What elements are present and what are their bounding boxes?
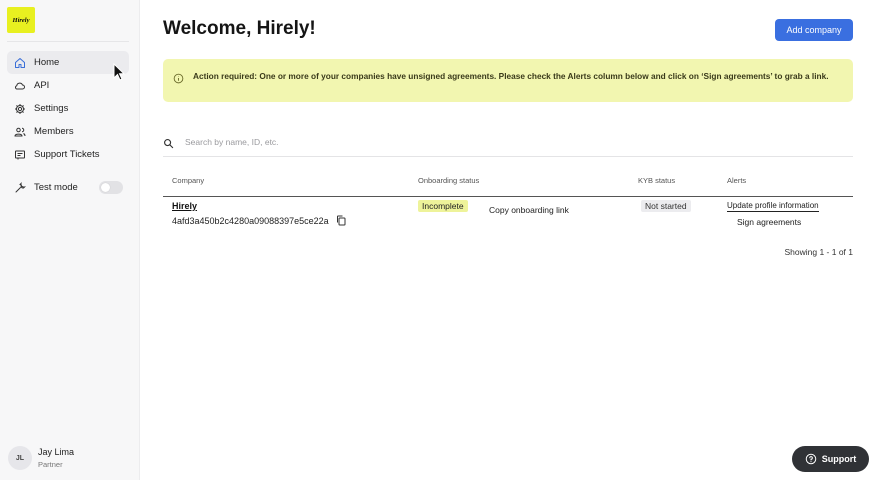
sidebar-item-label: API — [34, 80, 50, 91]
test-mode-label: Test mode — [34, 182, 78, 193]
wrench-icon — [14, 181, 26, 194]
user-profile[interactable]: JL Jay Lima Partner — [8, 446, 74, 470]
alert-text: Action required: One or more of your com… — [193, 71, 829, 81]
search-icon — [163, 136, 174, 149]
company-id-text: 4afd3a450b2c4280a09088397e5ce22a — [172, 215, 329, 226]
info-icon — [173, 71, 184, 84]
column-header-kyb-status: KYB status — [638, 176, 676, 185]
help-icon — [805, 453, 817, 465]
copy-onboarding-link-button[interactable]: Copy onboarding link — [489, 205, 569, 215]
user-info: Jay Lima Partner — [38, 447, 74, 469]
gear-icon — [14, 103, 26, 115]
sidebar-item-home[interactable]: Home — [7, 51, 129, 74]
companies-table: Company Onboarding status KYB status Ale… — [163, 170, 853, 227]
add-company-button[interactable]: Add company — [775, 19, 853, 41]
search-bar — [163, 133, 853, 157]
test-mode-toggle[interactable] — [99, 181, 123, 194]
sidebar-item-label: Members — [34, 126, 74, 137]
company-name-link[interactable]: Hirely — [172, 201, 197, 211]
column-header-alerts: Alerts — [727, 176, 747, 185]
members-icon — [14, 126, 26, 138]
column-header-company: Company — [172, 176, 205, 185]
kyb-status-badge: Not started — [641, 200, 691, 212]
sidebar-item-members[interactable]: Members — [7, 120, 129, 143]
test-mode-row: Test mode — [7, 176, 129, 199]
mouse-cursor-icon — [113, 63, 125, 81]
table-header: Company Onboarding status KYB status Ale… — [163, 170, 853, 197]
sidebar-item-settings[interactable]: Settings — [7, 97, 129, 120]
sign-agreements-link[interactable]: Sign agreements — [737, 217, 801, 227]
support-label: Support — [821, 454, 857, 464]
avatar: JL — [8, 446, 32, 470]
app-root: Hirely Home API Settings Members Support… — [0, 0, 880, 480]
cloud-icon — [14, 80, 26, 92]
sidebar-item-api[interactable]: API — [7, 74, 129, 97]
company-id: 4afd3a450b2c4280a09088397e5ce22a — [172, 215, 346, 226]
brand-logo[interactable]: Hirely — [7, 7, 35, 33]
user-name: Jay Lima — [38, 447, 75, 457]
action-required-alert: Action required: One or more of your com… — [163, 59, 853, 102]
page-title: Welcome, Hirely! — [163, 18, 316, 39]
support-button[interactable]: Support — [792, 446, 869, 472]
ticket-icon — [14, 149, 26, 161]
sidebar-item-label: Support Tickets — [34, 149, 100, 160]
column-header-onboarding-status: Onboarding status — [418, 176, 480, 185]
test-mode-item[interactable]: Test mode — [7, 176, 129, 199]
brand-logo-text: Hirely — [12, 16, 30, 24]
update-profile-link[interactable]: Update profile information — [727, 201, 819, 212]
sidebar-nav: Home API Settings Members Support Ticket… — [7, 51, 129, 166]
user-role: Partner — [38, 460, 63, 469]
home-icon — [14, 57, 26, 69]
onboarding-status-badge: Incomplete — [418, 200, 468, 212]
sidebar-item-label: Settings — [34, 103, 69, 114]
pagination-summary: Showing 1 - 1 of 1 — [784, 247, 853, 257]
sidebar-item-support-tickets[interactable]: Support Tickets — [7, 143, 129, 166]
search-input[interactable] — [185, 136, 485, 147]
sidebar-divider — [7, 41, 129, 42]
sidebar-item-label: Home — [34, 57, 60, 68]
copy-icon[interactable] — [336, 215, 346, 226]
main-content: Welcome, Hirely! Add company Action requ… — [140, 0, 880, 480]
